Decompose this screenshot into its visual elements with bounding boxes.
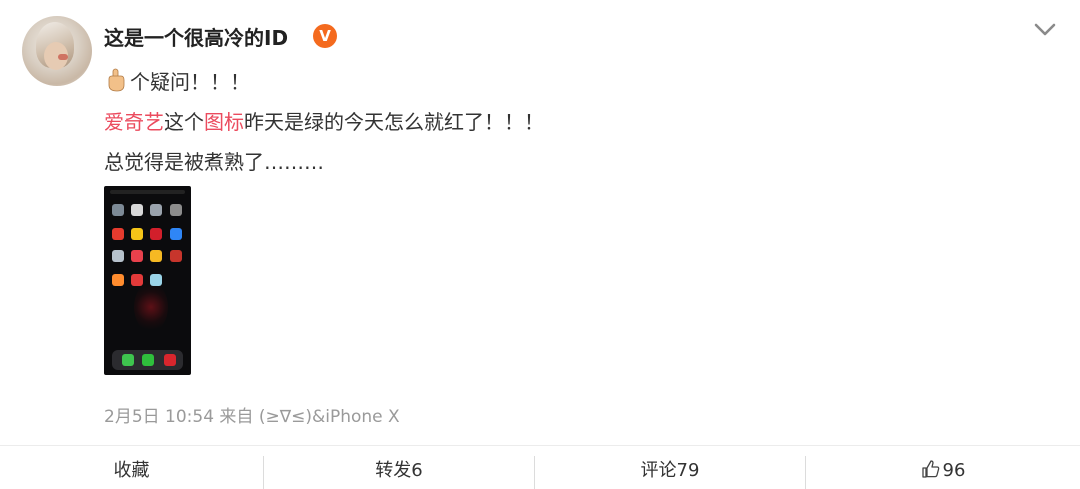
app-icon (131, 274, 143, 286)
post-text-segment: 昨天是绿的今天怎么就红了！！！ (244, 110, 544, 134)
wechat-app-icon (142, 354, 154, 366)
app-icon (131, 204, 143, 216)
app-icon (112, 274, 124, 286)
repost-button[interactable]: 转发6 (264, 446, 534, 489)
phone-dock (112, 350, 183, 370)
like-button[interactable]: 96 (806, 446, 1080, 489)
app-icon (112, 250, 124, 262)
verified-badge-icon: V (313, 24, 337, 48)
post-text-line-1-text: 个疑问！！！ (130, 70, 250, 94)
post-text-line-2: 爱奇艺这个图标昨天是绿的今天怎么就红了！！！ (104, 106, 544, 135)
username[interactable]: 这是一个很高冷的ID (104, 22, 288, 51)
app-icon (170, 204, 182, 216)
thumbs-up-icon (921, 460, 939, 478)
attached-image-thumbnail[interactable] (104, 186, 191, 375)
app-icon (170, 250, 182, 262)
post-text-segment: 这个 (164, 110, 204, 134)
action-bar: 收藏 转发6 评论79 96 (0, 445, 1080, 489)
app-icon (164, 354, 176, 366)
post-text-line-1: 个疑问！！！ (104, 66, 250, 95)
avatar-mark (58, 54, 68, 60)
topic-link-iqiyi[interactable]: 爱奇艺 (104, 110, 164, 134)
post-meta-timestamp-source: 2月5日 10:54 来自 (≥∇≤)&iPhone X (104, 407, 400, 427)
like-count: 96 (942, 460, 966, 481)
phone-status-bar (110, 190, 185, 194)
app-icon (112, 204, 124, 216)
topic-link-icon[interactable]: 图标 (204, 110, 244, 134)
app-icon (131, 228, 143, 240)
pointing-up-emoji-icon (108, 68, 125, 92)
app-icon (112, 228, 124, 240)
app-icon (150, 228, 162, 240)
app-icon (131, 250, 143, 262)
phone-app-icon (122, 354, 134, 366)
post-text-line-3: 总觉得是被煮熟了……… (104, 150, 324, 174)
favorite-button[interactable]: 收藏 (0, 446, 263, 489)
weibo-post-card: 这是一个很高冷的ID V 个疑问！！！ 爱奇艺这个图标昨天是绿的今天怎么就红了！… (0, 0, 1080, 445)
avatar[interactable] (22, 16, 92, 86)
chevron-down-icon[interactable] (1030, 16, 1060, 42)
comment-button[interactable]: 评论79 (535, 446, 805, 489)
app-icon (150, 250, 162, 262)
app-icon (170, 228, 182, 240)
app-icon (150, 204, 162, 216)
wallpaper-glow (134, 282, 168, 332)
